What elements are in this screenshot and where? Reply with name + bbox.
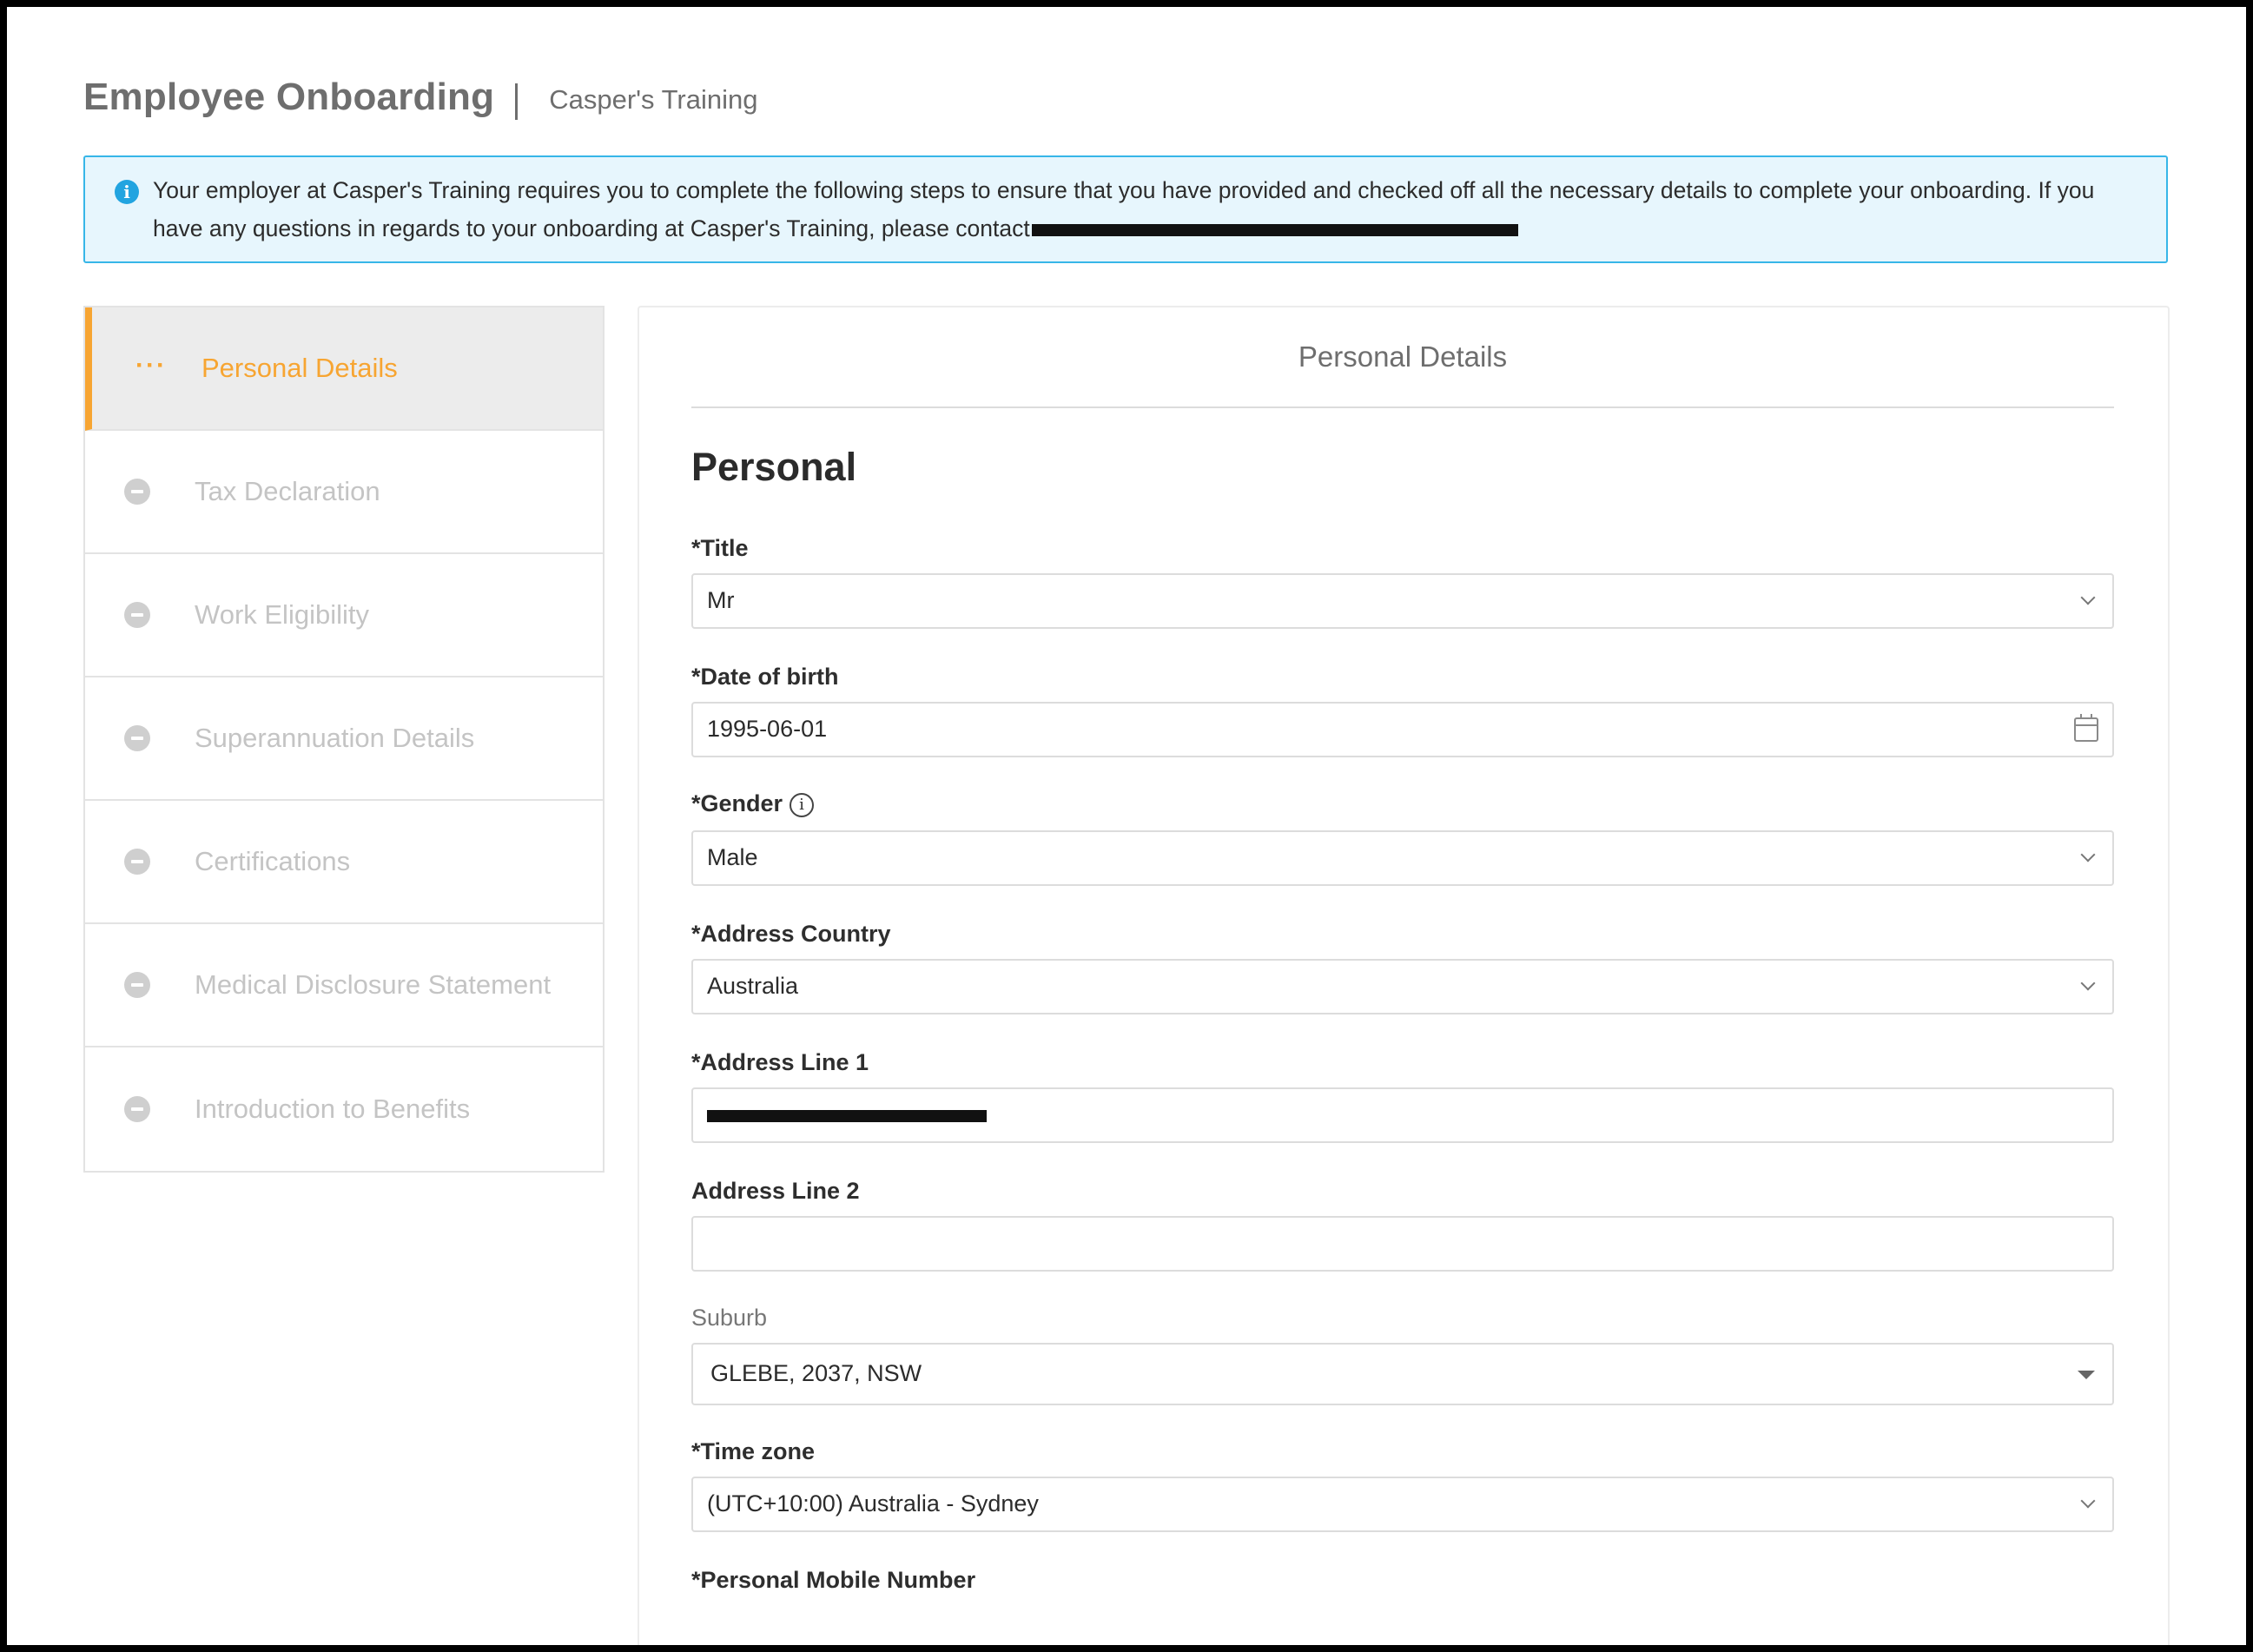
suburb-select[interactable]: GLEBE, 2037, NSW bbox=[691, 1343, 2114, 1405]
step-work-eligibility[interactable]: Work Eligibility bbox=[85, 554, 603, 677]
calendar-icon[interactable] bbox=[2074, 714, 2098, 742]
redacted-contact-email[interactable] bbox=[1031, 224, 1518, 236]
address2-input[interactable] bbox=[691, 1216, 2114, 1272]
country-select[interactable]: Australia bbox=[691, 959, 2114, 1014]
step-label: Certifications bbox=[195, 846, 351, 876]
page-title: Employee Onboarding bbox=[83, 76, 495, 118]
timezone-select[interactable]: (UTC+10:00) Australia - Sydney bbox=[691, 1477, 2114, 1532]
suburb-value: GLEBE, 2037, NSW bbox=[710, 1360, 922, 1386]
step-label: Tax Declaration bbox=[195, 476, 380, 506]
suburb-label: Suburb bbox=[691, 1305, 768, 1331]
step-tax-declaration[interactable]: Tax Declaration bbox=[85, 431, 603, 554]
personal-details-panel: Personal Details Personal *Title Mr *Dat… bbox=[638, 306, 2170, 1645]
gender-label: *Gender i bbox=[691, 790, 815, 817]
chevron-down-icon bbox=[2080, 975, 2096, 991]
dob-value: 1995-06-01 bbox=[707, 716, 828, 742]
dob-input[interactable]: 1995-06-01 bbox=[691, 702, 2114, 757]
step-superannuation-details[interactable]: Superannuation Details bbox=[85, 677, 603, 801]
step-label: Personal Details bbox=[202, 353, 398, 383]
gender-label-text: *Gender bbox=[691, 790, 783, 816]
country-label: *Address Country bbox=[691, 921, 891, 947]
pending-icon bbox=[124, 602, 150, 628]
dob-label: *Date of birth bbox=[691, 664, 839, 690]
section-title: Personal bbox=[691, 445, 857, 489]
pending-icon bbox=[124, 972, 150, 998]
header-divider bbox=[515, 83, 519, 120]
app-frame: Employee Onboarding Casper's Training i … bbox=[7, 7, 2246, 1645]
chevron-down-icon bbox=[2080, 590, 2096, 605]
title-value: Mr bbox=[707, 587, 735, 613]
timezone-value: (UTC+10:00) Australia - Sydney bbox=[707, 1490, 1039, 1517]
pending-icon bbox=[124, 479, 150, 505]
panel-divider bbox=[691, 406, 2114, 408]
page-header: Employee Onboarding Casper's Training bbox=[83, 75, 757, 120]
pending-icon bbox=[124, 725, 150, 751]
pending-icon bbox=[124, 1096, 150, 1122]
chevron-down-icon bbox=[2080, 847, 2096, 862]
chevron-down-icon bbox=[2080, 1493, 2096, 1509]
gender-select[interactable]: Male bbox=[691, 830, 2114, 886]
onboarding-steps-sidebar: ··· Personal Details Tax Declaration Wor… bbox=[83, 306, 605, 1173]
step-personal-details[interactable]: ··· Personal Details bbox=[85, 307, 603, 431]
title-label: *Title bbox=[691, 535, 749, 561]
step-label: Superannuation Details bbox=[195, 723, 475, 753]
step-label: Introduction to Benefits bbox=[195, 1094, 471, 1124]
step-medical-disclosure[interactable]: Medical Disclosure Statement bbox=[85, 924, 603, 1047]
company-name: Casper's Training bbox=[549, 84, 758, 115]
info-circle-icon[interactable]: i bbox=[790, 792, 815, 817]
step-label: Medical Disclosure Statement bbox=[195, 969, 552, 1000]
mobile-label: *Personal Mobile Number bbox=[691, 1567, 976, 1593]
pending-icon bbox=[124, 849, 150, 875]
address1-input[interactable] bbox=[691, 1087, 2114, 1143]
step-certifications[interactable]: Certifications bbox=[85, 801, 603, 924]
address2-label: Address Line 2 bbox=[691, 1178, 860, 1204]
address1-label: *Address Line 1 bbox=[691, 1049, 869, 1075]
redacted-address bbox=[707, 1110, 987, 1122]
title-select[interactable]: Mr bbox=[691, 573, 2114, 629]
info-banner: i Your employer at Casper's Training req… bbox=[83, 155, 2168, 263]
caret-down-icon bbox=[2078, 1371, 2095, 1379]
timezone-label: *Time zone bbox=[691, 1438, 816, 1464]
info-icon: i bbox=[115, 180, 139, 204]
step-introduction-to-benefits[interactable]: Introduction to Benefits bbox=[85, 1047, 603, 1171]
in-progress-icon: ··· bbox=[135, 351, 167, 380]
gender-value: Male bbox=[707, 844, 758, 870]
country-value: Australia bbox=[707, 973, 799, 999]
step-label: Work Eligibility bbox=[195, 599, 369, 630]
panel-title: Personal Details bbox=[1298, 340, 1508, 373]
